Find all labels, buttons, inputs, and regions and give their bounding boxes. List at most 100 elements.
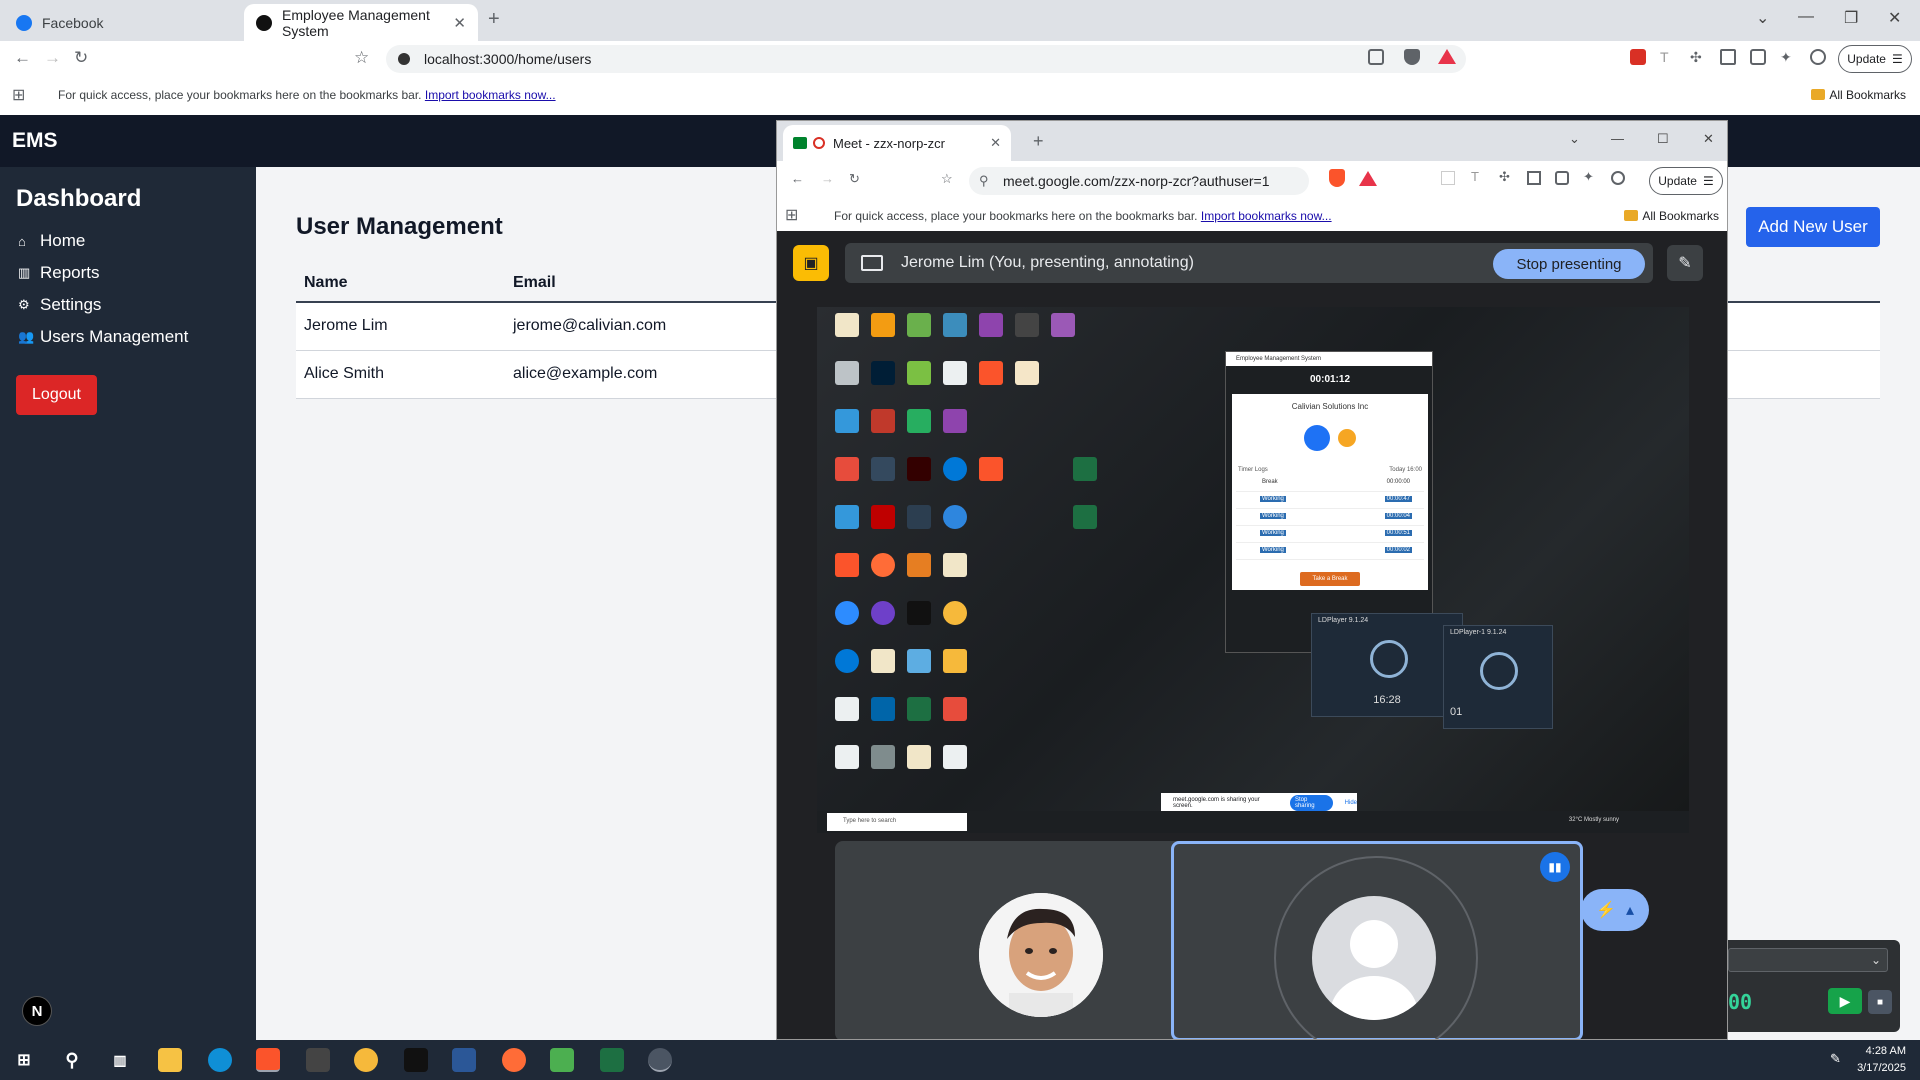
presenting-banner: Jerome Lim (You, presenting, annotating)… <box>845 243 1653 283</box>
pen-tray-icon[interactable]: ✎ <box>1830 1051 1841 1067</box>
vmware-icon <box>835 409 859 433</box>
system-clock[interactable]: 4:28 AM 3/17/2025 <box>1857 1043 1906 1077</box>
brave-shield-icon[interactable] <box>1404 49 1420 65</box>
extension-text-icon[interactable]: T <box>1471 169 1479 184</box>
brave-shield-icon[interactable] <box>1329 169 1345 187</box>
electron-app-icon[interactable] <box>648 1048 672 1072</box>
new-tab-icon[interactable]: + <box>488 8 500 31</box>
task-view-icon[interactable]: ▥ <box>108 1048 132 1072</box>
tab-employee-management[interactable]: Employee Management System ✕ <box>244 4 478 41</box>
sidebar-icon[interactable] <box>1527 171 1541 185</box>
ldplayer-time: 01 <box>1450 706 1463 718</box>
bookmark-star-icon[interactable]: ☆ <box>354 48 369 68</box>
annotation-toolbar-button[interactable]: ⚡ ▴ <box>1581 889 1649 931</box>
search-icon[interactable]: ⚲ <box>60 1048 84 1072</box>
play-icon[interactable]: ▶ <box>1828 988 1862 1014</box>
brave-rewards-icon[interactable] <box>1359 171 1377 186</box>
leo-ai-icon[interactable]: ✦ <box>1583 169 1594 185</box>
import-bookmarks-link[interactable]: Import bookmarks now... <box>1201 209 1332 223</box>
reload-icon[interactable]: ↻ <box>74 48 88 68</box>
hide-presentation-icon[interactable]: ▣ <box>793 245 829 281</box>
document-icon <box>871 649 895 673</box>
extensions-puzzle-icon[interactable]: ✣ <box>1690 49 1706 65</box>
clock-date: 3/17/2025 <box>1857 1062 1906 1074</box>
bookmarks-message-text: For quick access, place your bookmarks h… <box>58 88 422 102</box>
extension-red-icon[interactable] <box>1630 49 1646 65</box>
recorder-time: 00 <box>1728 990 1753 1014</box>
sidebar-item-users-management[interactable]: 👥 Users Management <box>18 327 188 347</box>
today-label: Today 16:00 <box>1389 467 1422 473</box>
share-icon[interactable] <box>1368 49 1384 65</box>
back-icon[interactable]: ← <box>14 48 31 68</box>
close-tab-icon[interactable]: ✕ <box>990 135 1001 151</box>
participant-tile-other[interactable]: ▮▮ <box>1171 841 1583 1039</box>
brave-rewards-icon[interactable] <box>1438 49 1456 64</box>
annotate-pen-icon[interactable]: ✎ <box>1667 245 1703 281</box>
windows-start-icon[interactable]: ⊞ <box>12 1048 36 1072</box>
all-bookmarks-button[interactable]: All Bookmarks <box>1811 88 1906 102</box>
extension-icon[interactable] <box>1441 171 1455 185</box>
sidebar-item-reports[interactable]: ▥ Reports <box>18 263 100 283</box>
shared-search-box: Type here to search <box>827 813 967 831</box>
stop-icon[interactable]: ■ <box>1868 990 1892 1014</box>
weather-text: 32°C Mostly sunny <box>1568 817 1619 823</box>
all-bookmarks-button[interactable]: All Bookmarks <box>1624 209 1719 223</box>
excel-icon[interactable] <box>600 1048 624 1072</box>
vpn-icon[interactable] <box>1611 171 1625 185</box>
leo-ai-icon[interactable]: ✦ <box>1780 49 1796 65</box>
wallet-icon[interactable] <box>1555 171 1569 185</box>
wallet-icon[interactable] <box>1750 49 1766 65</box>
close-window-icon[interactable]: ✕ <box>1888 8 1901 28</box>
tab-facebook[interactable]: Facebook <box>4 4 242 41</box>
shared-screen: Employee Management System 00:01:12 Cali… <box>817 307 1689 833</box>
sidebar-item-settings[interactable]: ⚙ Settings <box>18 295 101 315</box>
extensions-puzzle-icon[interactable]: ✣ <box>1499 169 1510 185</box>
brave-icon[interactable] <box>256 1048 280 1072</box>
menu-icon: ☰ <box>1702 174 1714 188</box>
postman-icon[interactable] <box>502 1048 526 1072</box>
reload-icon[interactable]: ↻ <box>849 171 860 187</box>
sidebar-item-home[interactable]: ⌂ Home <box>18 231 85 251</box>
meet-address-bar[interactable]: ⚲ meet.google.com/zzx-norp-zcr?authuser=… <box>969 167 1309 195</box>
close-tab-icon[interactable]: ✕ <box>453 14 466 32</box>
back-icon[interactable]: ← <box>791 171 804 186</box>
apps-grid-icon[interactable]: ⊞ <box>12 85 25 105</box>
ldplayer-icon[interactable] <box>354 1048 378 1072</box>
site-settings-icon[interactable]: ⚲ <box>979 173 989 189</box>
extension-text-icon[interactable]: T <box>1660 49 1676 65</box>
new-tab-icon[interactable]: + <box>1033 131 1044 152</box>
file-explorer-icon[interactable] <box>158 1048 182 1072</box>
visual-studio-icon[interactable] <box>452 1048 476 1072</box>
restore-icon[interactable]: ❐ <box>1844 8 1858 28</box>
apps-grid-icon[interactable]: ⊞ <box>785 205 798 225</box>
tab-meet[interactable]: Meet - zzx-norp-zcr ✕ <box>783 125 1011 161</box>
tab-search-icon[interactable]: ⌄ <box>1756 8 1769 28</box>
vpn-icon[interactable] <box>1810 49 1826 65</box>
site-info-icon[interactable] <box>398 53 410 65</box>
cursor-icon[interactable] <box>404 1048 428 1072</box>
edge-icon[interactable] <box>208 1048 232 1072</box>
minimize-icon[interactable]: — <box>1798 8 1814 26</box>
bookmark-star-icon[interactable]: ☆ <box>941 171 953 187</box>
spreadsheet-icon[interactable] <box>550 1048 574 1072</box>
3cx-icon[interactable] <box>306 1048 330 1072</box>
stop-presenting-button[interactable]: Stop presenting <box>1493 249 1645 279</box>
import-bookmarks-link[interactable]: Import bookmarks now... <box>425 88 556 102</box>
update-button[interactable]: Update ☰ <box>1838 45 1912 73</box>
recorder-source-select[interactable]: ⌄ <box>1728 948 1888 972</box>
close-window-icon[interactable]: ✕ <box>1703 131 1714 147</box>
nextjs-dev-badge[interactable]: N <box>22 996 52 1026</box>
excel-icon <box>907 697 931 721</box>
address-bar[interactable]: localhost:3000/home/users <box>386 45 1466 73</box>
add-user-button[interactable]: Add New User <box>1746 207 1880 247</box>
maximize-icon[interactable]: ☐ <box>1657 131 1669 147</box>
update-button[interactable]: Update ☰ <box>1649 167 1723 195</box>
logout-button[interactable]: Logout <box>16 375 97 415</box>
forward-icon[interactable]: → <box>821 171 834 186</box>
minimize-icon[interactable]: — <box>1611 131 1624 146</box>
sidebar-icon[interactable] <box>1720 49 1736 65</box>
ldplayer-logo-icon <box>1370 640 1408 678</box>
hide-button: Hide <box>1344 800 1357 806</box>
forward-icon[interactable]: → <box>44 48 61 68</box>
tab-search-icon[interactable]: ⌄ <box>1569 131 1580 147</box>
